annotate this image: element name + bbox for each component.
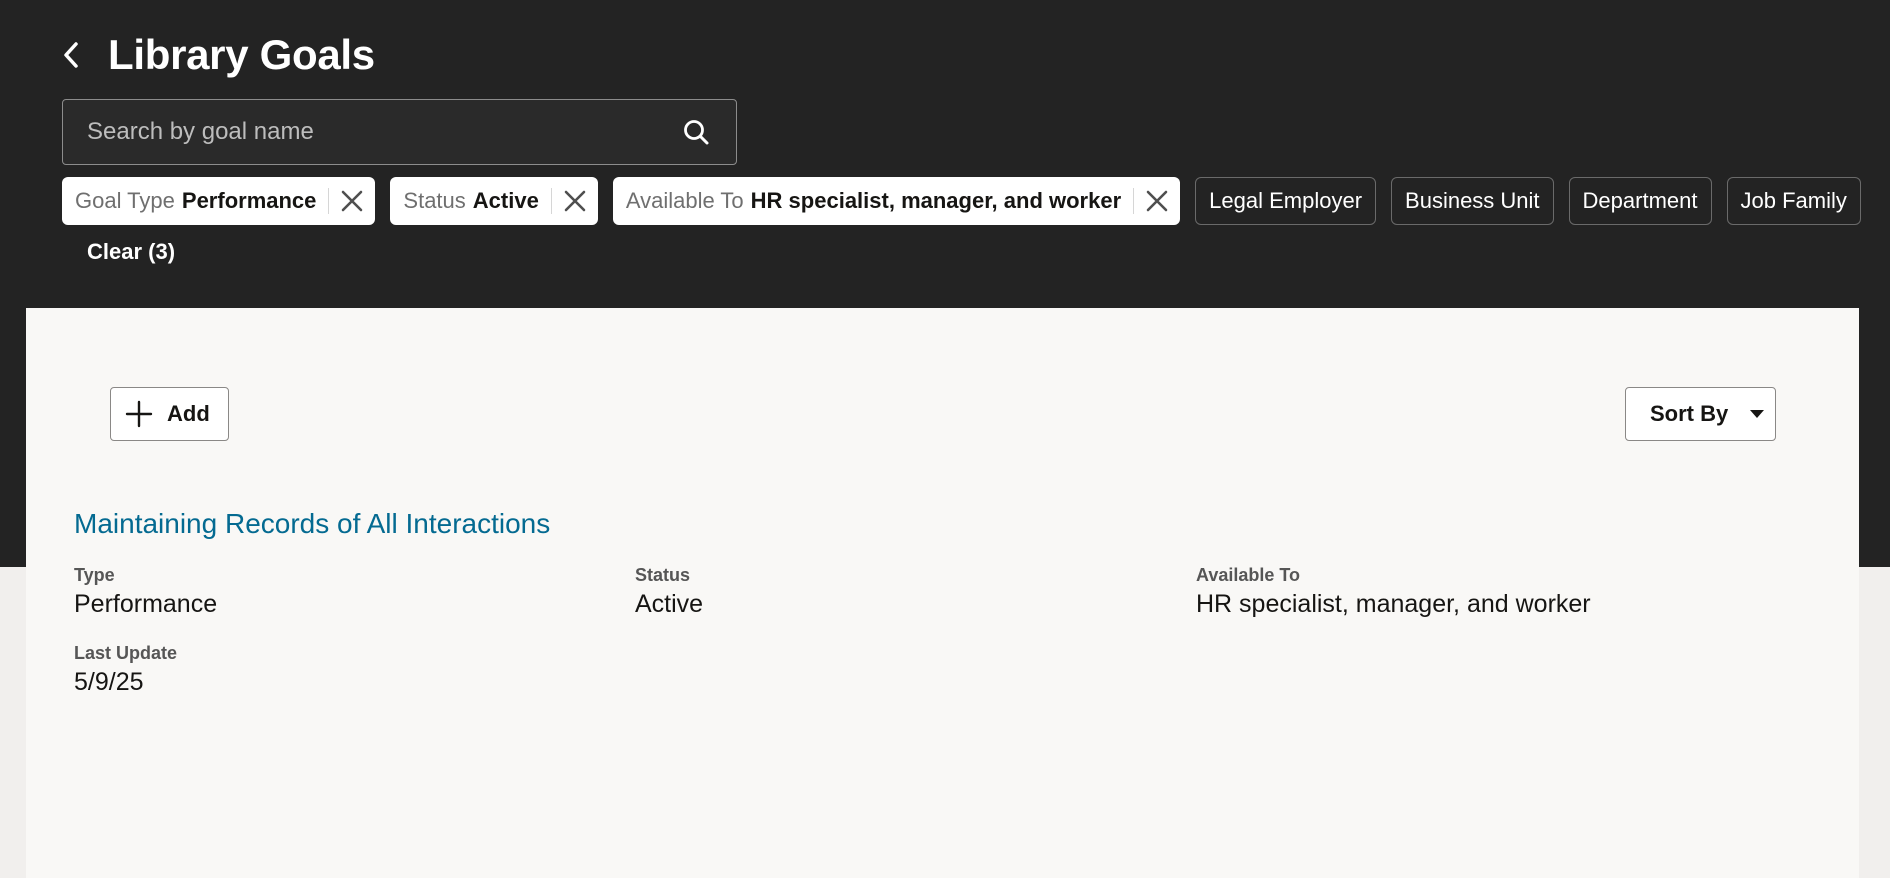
close-icon (342, 190, 363, 212)
search-field[interactable] (62, 99, 737, 165)
filter-chip-value: HR specialist, manager, and worker (750, 188, 1122, 213)
field-value: 5/9/25 (74, 668, 144, 696)
field-label: Available To (1196, 565, 1301, 585)
filter-chip-key: Goal Type (75, 188, 175, 213)
close-icon (564, 190, 586, 212)
filter-chip-job-family[interactable]: Job Family (1726, 177, 1861, 225)
filter-chip-value: Performance (181, 188, 317, 213)
goal-title-link[interactable]: Maintaining Records of All Interactions (74, 508, 550, 540)
filter-chip-key: Available To (625, 188, 744, 213)
goal-last-update-field: Last Update 5/9/25 (74, 643, 177, 697)
filter-chips: Goal Type Performance Status Active Avai… (62, 177, 1861, 225)
search-icon (684, 120, 709, 145)
page-header: Library Goals (58, 28, 375, 82)
filter-chip-available-to[interactable]: Available To HR specialist, manager, and… (612, 177, 1181, 225)
clear-filters-link[interactable]: Clear (3) (87, 239, 175, 265)
field-label: Status (635, 565, 691, 585)
remove-goal-type-filter-button[interactable] (329, 177, 375, 225)
search-input[interactable] (63, 100, 666, 164)
add-button[interactable]: Add (110, 387, 229, 441)
add-button-label: Add (167, 401, 210, 426)
search-button[interactable] (666, 102, 726, 162)
filter-chip-legal-employer[interactable]: Legal Employer (1195, 177, 1377, 225)
back-button[interactable] (58, 35, 84, 75)
sort-by-button[interactable]: Sort By (1625, 387, 1776, 441)
results-panel: Add Sort By Maintaining Records of All I… (26, 308, 1859, 878)
caret-down-icon (1750, 410, 1765, 418)
filter-chip-business-unit[interactable]: Business Unit (1391, 177, 1554, 225)
field-value: Performance (74, 590, 218, 618)
field-value: Active (635, 590, 704, 618)
filter-chip-status[interactable]: Status Active (390, 177, 598, 225)
close-icon (1146, 190, 1168, 212)
goal-type-field: Type Performance (74, 565, 217, 619)
goal-status-field: Status Active (635, 565, 703, 619)
field-value: HR specialist, manager, and worker (1196, 590, 1591, 618)
field-label: Last Update (74, 643, 178, 663)
goal-available-to-field: Available To HR specialist, manager, and… (1196, 565, 1591, 619)
sort-by-label: Sort By (1650, 401, 1729, 426)
page-title: Library Goals (108, 31, 375, 78)
field-label: Type (74, 565, 115, 585)
chevron-left-icon (64, 42, 78, 68)
filter-chip-department[interactable]: Department (1568, 177, 1712, 225)
filter-chip-goal-type[interactable]: Goal Type Performance (62, 177, 376, 225)
filter-chip-key: Status (403, 188, 466, 213)
filter-chip-value: Active (472, 188, 539, 213)
plus-icon (125, 400, 153, 428)
remove-status-filter-button[interactable] (552, 177, 598, 225)
remove-available-to-filter-button[interactable] (1134, 177, 1180, 225)
